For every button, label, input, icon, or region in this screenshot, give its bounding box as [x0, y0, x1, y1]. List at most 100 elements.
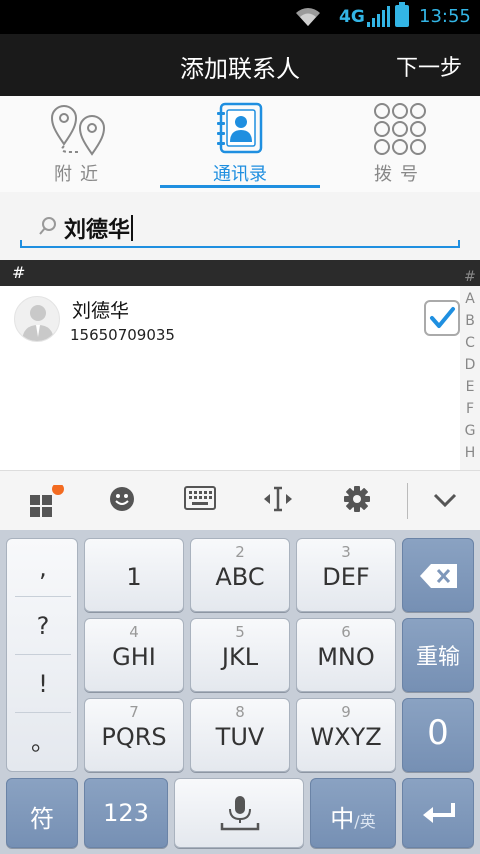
- key-label: MNO: [317, 643, 375, 671]
- index-letter[interactable]: A: [460, 288, 480, 310]
- emoji-icon[interactable]: [108, 485, 136, 513]
- lang-main-label: 中: [330, 805, 355, 833]
- key-8-tuv[interactable]: 8 TUV: [190, 698, 290, 772]
- punctuation-column[interactable]: , ? ! 。: [6, 538, 78, 772]
- search-underline: [20, 240, 460, 248]
- search-input-value: 刘德华: [64, 218, 131, 243]
- tab-contacts-label: 通讯录: [213, 164, 267, 185]
- keyboard-toolbar: [0, 470, 480, 530]
- punct-key[interactable]: !: [15, 655, 71, 713]
- dialpad-icon: [374, 103, 426, 155]
- keyboard-layout-icon[interactable]: [184, 485, 216, 511]
- contact-name: 刘德华: [72, 300, 130, 322]
- active-tab-indicator: [160, 185, 320, 188]
- index-letter[interactable]: E: [460, 376, 480, 398]
- settings-gear-icon[interactable]: [343, 485, 371, 513]
- key-label: 1: [126, 563, 142, 591]
- key-label: PQRS: [101, 723, 167, 751]
- search-field[interactable]: 刘德华: [20, 200, 460, 248]
- tab-nearby-label: 附近: [54, 164, 106, 185]
- key-sub-label: 9: [341, 703, 351, 721]
- next-step-button[interactable]: 下一步: [396, 50, 462, 82]
- key-label: TUV: [215, 723, 265, 751]
- text-caret: [131, 215, 134, 241]
- chevron-down-icon[interactable]: [432, 491, 458, 509]
- contact-row[interactable]: 刘德华 15650709035: [0, 286, 460, 356]
- key-1[interactable]: 1: [84, 538, 184, 612]
- symbol-key[interactable]: 符: [6, 778, 78, 848]
- list-area: [0, 356, 460, 470]
- contact-checkbox[interactable]: [424, 300, 460, 336]
- key-sub-label: 4: [129, 623, 139, 641]
- apps-menu-icon[interactable]: [28, 485, 68, 519]
- battery-icon: [395, 2, 409, 27]
- title-bar: 添加联系人 下一步: [0, 34, 480, 96]
- key-2-abc[interactable]: 2 ABC: [190, 538, 290, 612]
- key-label: WXYZ: [310, 723, 382, 751]
- key-sub-label: 6: [341, 623, 351, 641]
- key-label: 重输: [415, 645, 460, 670]
- tab-dialpad-label: 拨号: [374, 164, 426, 185]
- key-label: 0: [427, 713, 449, 753]
- space-voice-key[interactable]: [174, 778, 304, 848]
- backspace-icon: [420, 564, 457, 588]
- key-6-mno[interactable]: 6 MNO: [296, 618, 396, 692]
- key-label: GHI: [112, 643, 156, 671]
- enter-arrow-icon: [423, 803, 455, 823]
- key-0[interactable]: 0: [402, 698, 474, 772]
- index-letter[interactable]: G: [460, 420, 480, 442]
- search-icon: [39, 217, 56, 235]
- key-label: DEF: [322, 563, 370, 591]
- number-mode-key[interactable]: 123: [84, 778, 168, 848]
- cursor-move-icon[interactable]: [262, 485, 294, 513]
- contacts-book-icon: [217, 102, 263, 154]
- punct-key[interactable]: ,: [15, 539, 71, 597]
- key-sub-label: 7: [129, 703, 139, 721]
- lang-sub-label: /英: [354, 812, 376, 831]
- tab-bar: 附近 通讯录 拨号: [0, 96, 480, 192]
- key-label: JKL: [221, 643, 259, 671]
- wifi-icon: [296, 8, 320, 26]
- index-letter[interactable]: C: [460, 332, 480, 354]
- toolbar-divider: [407, 483, 408, 519]
- signal-icon: [367, 6, 390, 27]
- index-letter[interactable]: #: [460, 266, 480, 288]
- index-letter[interactable]: D: [460, 354, 480, 376]
- backspace-key[interactable]: [402, 538, 474, 612]
- key-label: 123: [103, 799, 149, 827]
- language-switch-key[interactable]: 中/英: [310, 778, 396, 848]
- microphone-icon: [220, 796, 260, 831]
- key-sub-label: 2: [235, 543, 245, 561]
- key-7-pqrs[interactable]: 7 PQRS: [84, 698, 184, 772]
- avatar: [14, 296, 60, 342]
- network-type: 4G: [339, 7, 365, 27]
- map-pin-icon: [50, 105, 106, 156]
- key-sub-label: 3: [341, 543, 351, 561]
- key-label: ABC: [215, 563, 265, 591]
- section-header: #: [0, 260, 480, 286]
- checkmark-icon: [430, 307, 455, 328]
- key-3-def[interactable]: 3 DEF: [296, 538, 396, 612]
- punct-key[interactable]: 。: [15, 713, 71, 771]
- key-4-ghi[interactable]: 4 GHI: [84, 618, 184, 692]
- key-sub-label: 5: [235, 623, 245, 641]
- index-letter[interactable]: H: [460, 442, 480, 464]
- index-letter[interactable]: F: [460, 398, 480, 420]
- tab-contacts[interactable]: 通讯录: [160, 96, 320, 192]
- person-icon: [22, 305, 54, 341]
- index-letter[interactable]: B: [460, 310, 480, 332]
- key-5-jkl[interactable]: 5 JKL: [190, 618, 290, 692]
- contact-phone: 15650709035: [70, 326, 175, 344]
- punct-key[interactable]: ?: [15, 597, 71, 655]
- enter-key[interactable]: [402, 778, 474, 848]
- status-bar: 4G 13:55: [0, 0, 480, 34]
- alphabet-index[interactable]: # A B C D E F G H: [460, 266, 480, 464]
- tab-dialpad[interactable]: 拨号: [320, 96, 480, 192]
- clock: 13:55: [419, 6, 471, 27]
- reinput-key[interactable]: 重输: [402, 618, 474, 692]
- key-9-wxyz[interactable]: 9 WXYZ: [296, 698, 396, 772]
- tab-nearby[interactable]: 附近: [0, 96, 160, 192]
- key-sub-label: 8: [235, 703, 245, 721]
- keyboard: , ? ! 。 1 2 ABC 3 DEF 4 GHI 5 JKL 6 MNO …: [0, 530, 480, 854]
- key-label: 符: [30, 805, 54, 833]
